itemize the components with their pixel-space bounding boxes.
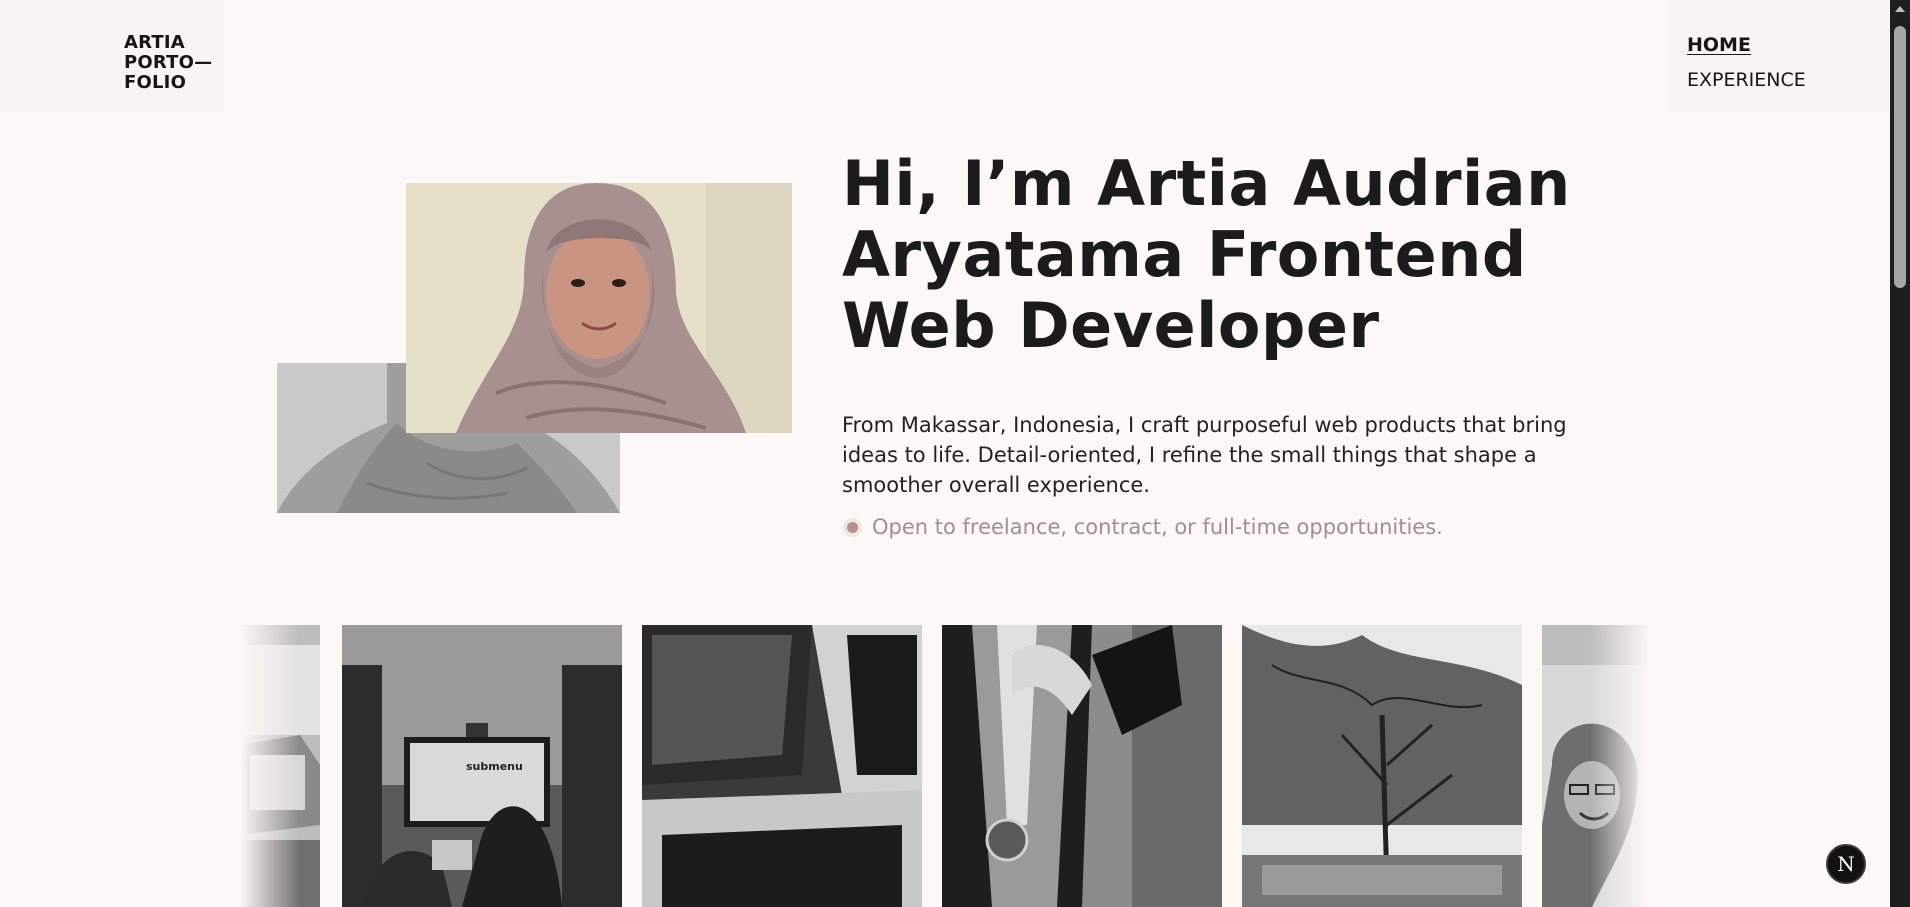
- logo-line-2: PORTO—: [124, 52, 213, 73]
- scroll-up-arrow-icon[interactable]: [1895, 6, 1905, 12]
- gallery-fade-left: [240, 625, 300, 907]
- status-dot-icon: [847, 521, 858, 533]
- hero-title: Hi, I’m Artia Audrian Aryatama Frontend …: [842, 147, 1571, 362]
- availability-status: Open to freelance, contract, or full-tim…: [842, 515, 1443, 539]
- nextjs-dev-badge[interactable]: N: [1826, 844, 1866, 884]
- page: ARTIA PORTO— FOLIO HOME EXPERIENCE Hi, I…: [0, 0, 1910, 907]
- hero-description: From Makassar, Indonesia, I craft purpos…: [842, 413, 1567, 497]
- nav-link-experience[interactable]: EXPERIENCE: [1687, 69, 1806, 91]
- gallery-fade-right: [1590, 625, 1650, 907]
- profile-photo: [406, 183, 792, 433]
- slide-text: submenu: [466, 760, 523, 773]
- gallery-item[interactable]: [642, 625, 922, 907]
- nav-link-home[interactable]: HOME: [1687, 34, 1751, 56]
- site-logo[interactable]: ARTIA PORTO— FOLIO: [124, 33, 212, 93]
- gallery-item[interactable]: submenu: [342, 625, 622, 907]
- logo-line-1: ARTIA: [124, 32, 185, 53]
- photo-gallery[interactable]: submenu: [240, 625, 1650, 907]
- gallery-item[interactable]: [942, 625, 1222, 907]
- gallery-item[interactable]: [1242, 625, 1522, 907]
- scrollbar-thumb[interactable]: [1894, 26, 1906, 288]
- nav-area: [1666, 0, 1890, 112]
- logo-line-3: FOLIO: [124, 72, 187, 93]
- status-text: Open to freelance, contract, or full-tim…: [872, 515, 1443, 539]
